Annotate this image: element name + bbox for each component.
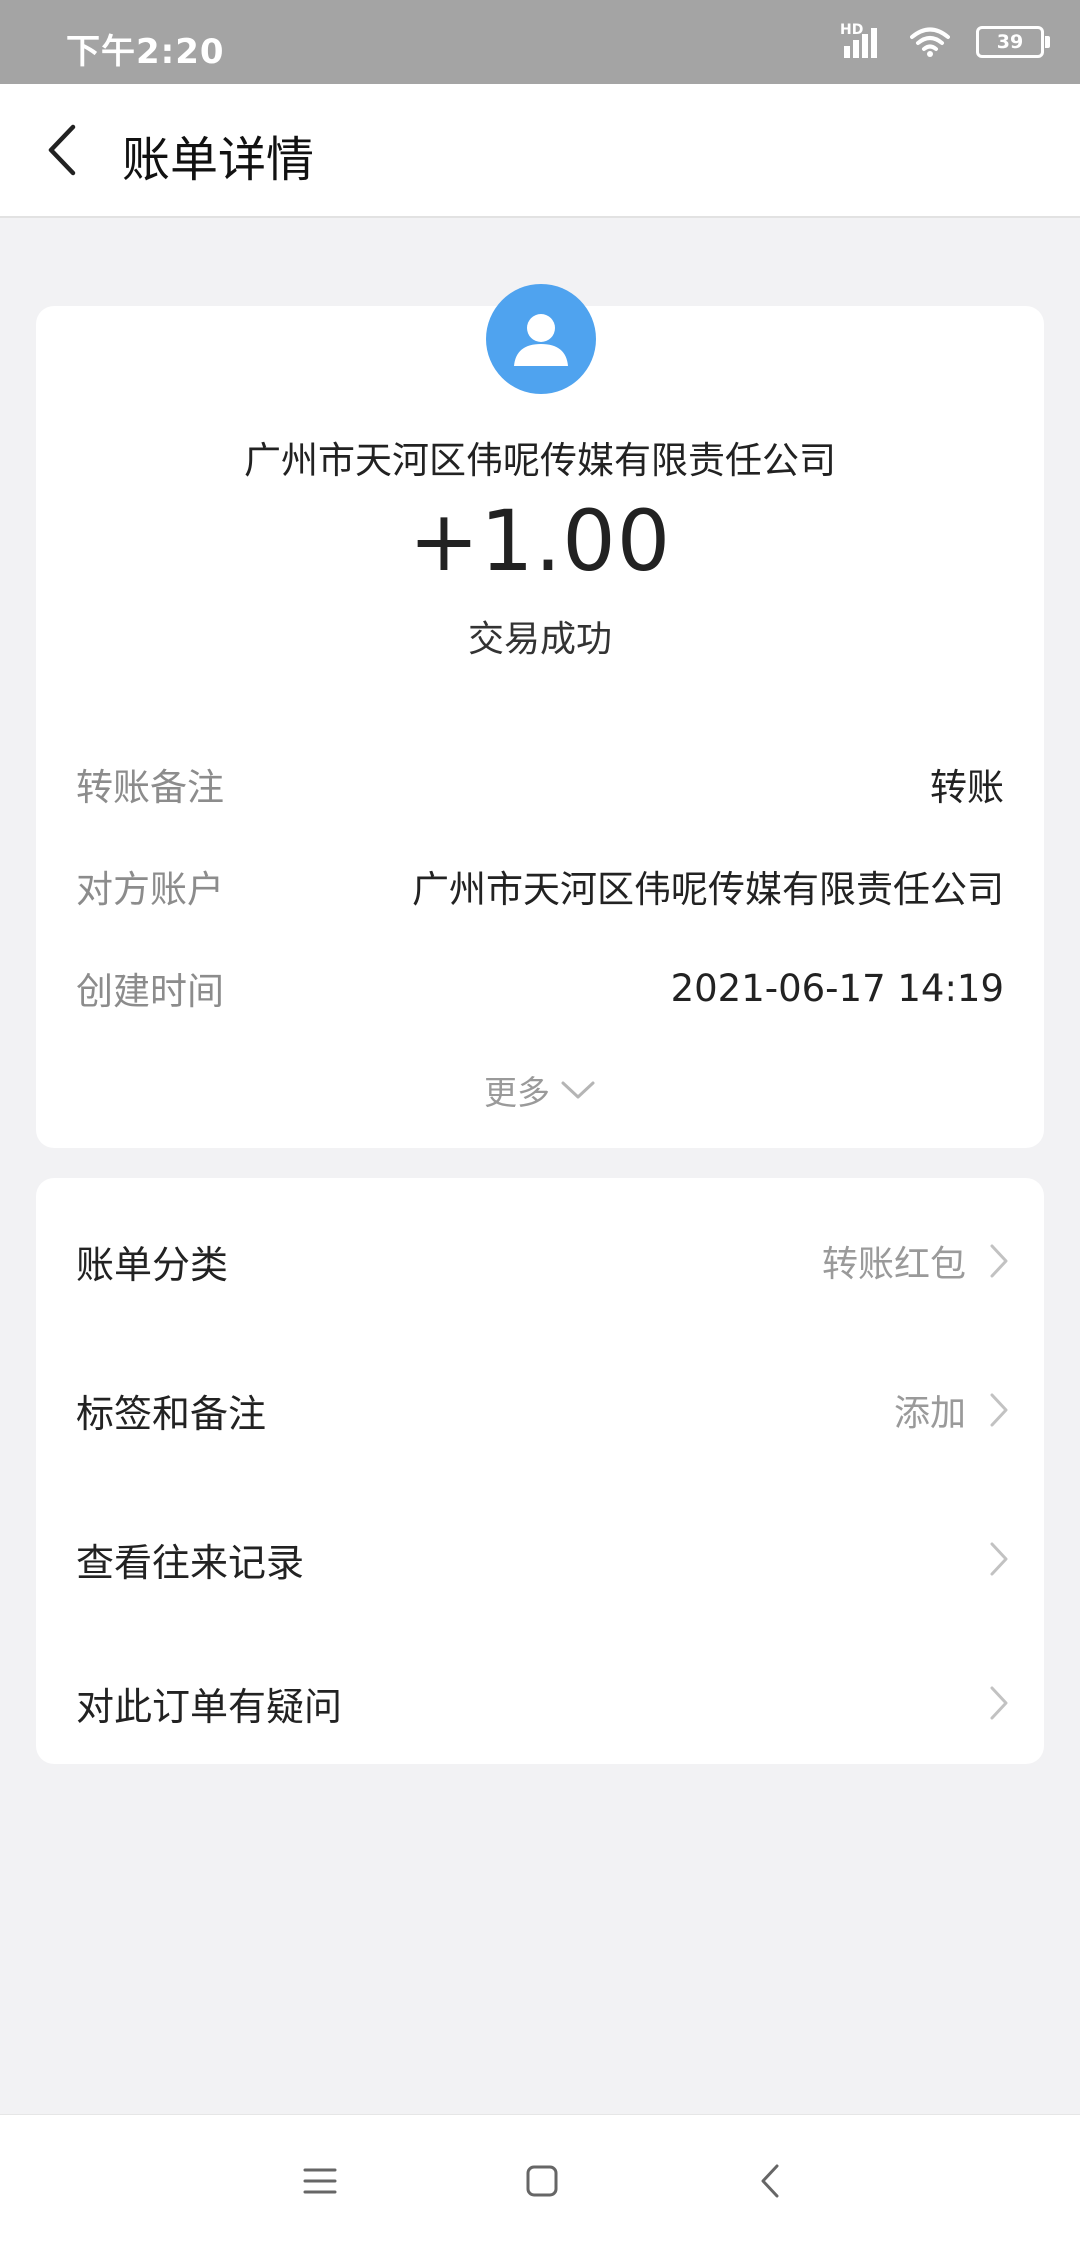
menu-item-category[interactable]: 账单分类 转账红包 bbox=[76, 1226, 1010, 1296]
nav-menu-button[interactable] bbox=[290, 2151, 350, 2211]
menu-item-history[interactable]: 查看往来记录 bbox=[76, 1524, 1010, 1594]
signal-icon: HD bbox=[840, 22, 884, 60]
transaction-status: 交易成功 bbox=[467, 619, 612, 660]
system-nav-bar bbox=[0, 2114, 1080, 2245]
nav-back-button[interactable] bbox=[740, 2151, 800, 2211]
user-avatar-icon bbox=[486, 284, 596, 394]
detail-label: 转账备注 bbox=[76, 766, 224, 809]
chevron-down-icon bbox=[561, 1081, 595, 1099]
menu-value: 添加 bbox=[893, 1393, 966, 1434]
transaction-amount: +1.00 bbox=[408, 492, 672, 590]
battery-icon: 39 bbox=[976, 26, 1050, 58]
detail-label: 对方账户 bbox=[76, 868, 224, 911]
detail-value: 转账 bbox=[930, 766, 1004, 809]
detail-value: 广州市天河区伟呢传媒有限责任公司 bbox=[412, 868, 1004, 911]
signal-hd-label: HD bbox=[840, 22, 864, 38]
chevron-right-icon bbox=[990, 1542, 1008, 1576]
chevron-right-icon bbox=[990, 1686, 1008, 1720]
party-name: 广州市天河区伟呢传媒有限责任公司 bbox=[244, 439, 836, 482]
detail-row-time: 创建时间 2021-06-17 14:19 bbox=[76, 958, 1004, 1018]
back-button[interactable] bbox=[32, 118, 92, 182]
menu-icon bbox=[303, 2168, 337, 2194]
page-title: 账单详情 bbox=[122, 132, 315, 188]
menu-value: 转账红包 bbox=[821, 1244, 966, 1285]
status-time: 下午2:20 bbox=[66, 32, 225, 72]
more-toggle[interactable]: 更多 bbox=[36, 1066, 1044, 1114]
menu-label: 账单分类 bbox=[76, 1242, 229, 1287]
detail-row-remark: 转账备注 转账 bbox=[76, 754, 1004, 814]
back-icon bbox=[761, 2164, 779, 2198]
menu-item-question[interactable]: 对此订单有疑问 bbox=[76, 1668, 1010, 1738]
status-bar: 下午2:20 HD 39 bbox=[0, 0, 1080, 84]
home-icon bbox=[526, 2165, 558, 2197]
detail-label: 创建时间 bbox=[76, 970, 224, 1013]
wifi-icon bbox=[910, 27, 950, 57]
menu-label: 对此订单有疑问 bbox=[76, 1684, 343, 1729]
menu-item-tags[interactable]: 标签和备注 添加 bbox=[76, 1375, 1010, 1445]
status-icons: HD 39 bbox=[840, 22, 1050, 62]
menu-label: 标签和备注 bbox=[76, 1391, 267, 1436]
chevron-right-icon bbox=[990, 1393, 1008, 1427]
menu-label: 查看往来记录 bbox=[76, 1540, 305, 1585]
detail-value: 2021-06-17 14:19 bbox=[670, 966, 1004, 1010]
more-label: 更多 bbox=[484, 1073, 550, 1112]
chevron-right-icon bbox=[990, 1244, 1008, 1278]
nav-home-button[interactable] bbox=[512, 2151, 572, 2211]
actions-card: 账单分类 转账红包 标签和备注 添加 查看往来记录 对此订单有疑问 bbox=[36, 1178, 1044, 1764]
header: 账单详情 bbox=[0, 84, 1080, 218]
back-arrow-icon bbox=[48, 124, 76, 176]
transaction-card: 广州市天河区伟呢传媒有限责任公司 +1.00 交易成功 转账备注 转账 对方账户… bbox=[36, 284, 1044, 1148]
battery-level: 39 bbox=[996, 31, 1024, 53]
detail-row-account: 对方账户 广州市天河区伟呢传媒有限责任公司 bbox=[76, 856, 1004, 916]
